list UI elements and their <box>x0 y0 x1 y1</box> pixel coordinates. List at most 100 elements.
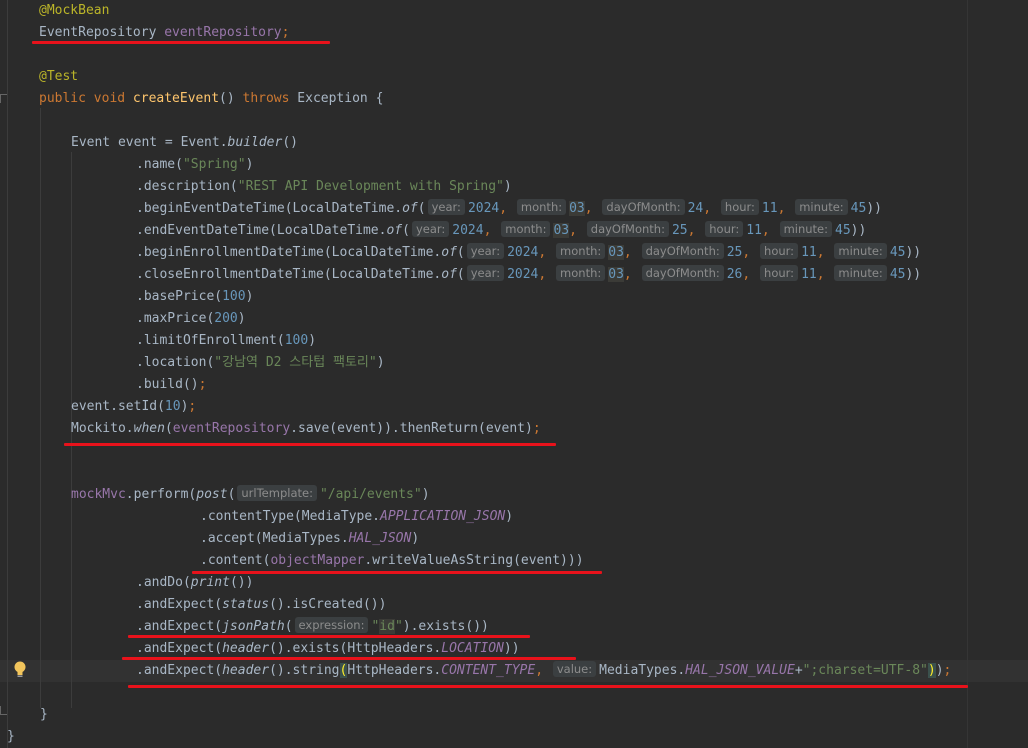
code-line[interactable]: } <box>40 704 48 726</box>
code-token: ()) <box>229 575 254 590</box>
code-line[interactable]: .beginEnrollmentDateTime(LocalDateTime.o… <box>136 242 921 264</box>
code-token: , <box>623 245 640 260</box>
code-token: @MockBean <box>39 3 110 18</box>
code-token: .name( <box>136 157 183 172</box>
code-line[interactable]: .location("강남역 D2 스타텁 팩토리") <box>136 352 385 374</box>
parameter-hint: year: <box>427 199 465 215</box>
red-underline-annotation <box>128 635 530 638</box>
code-token: .andExpect( <box>136 663 223 678</box>
code-token: CONTENT_TYPE <box>441 663 536 678</box>
red-underline-annotation <box>128 685 968 688</box>
parameter-hint: minute: <box>779 221 833 237</box>
code-token: ) <box>245 157 254 172</box>
code-token: Exception { <box>297 91 384 106</box>
code-token: ( <box>227 487 236 502</box>
code-token: event.setId( <box>71 399 165 414</box>
code-line[interactable]: @MockBean <box>39 0 109 22</box>
code-line[interactable]: Mockito.when(eventRepository.save(event)… <box>71 418 541 440</box>
code-token: 2024 <box>452 223 484 238</box>
code-token: 03 <box>608 245 624 260</box>
code-token: ) <box>927 663 936 678</box>
code-token: ().isCreated()) <box>269 597 387 612</box>
code-token: ( <box>417 201 426 216</box>
code-token: 45 <box>835 223 851 238</box>
code-token: )) <box>905 245 922 260</box>
code-token: Mockito. <box>71 421 134 436</box>
code-token: .maxPrice( <box>136 311 215 326</box>
code-line[interactable]: .andDo(print()) <box>136 572 253 594</box>
code-line[interactable]: .andExpect(header().string(HttpHeaders.C… <box>136 660 951 682</box>
code-token: , <box>623 267 640 282</box>
code-token: , <box>538 267 555 282</box>
code-token: header <box>222 663 270 678</box>
code-token: 25 <box>671 223 688 238</box>
code-token: 45 <box>850 201 867 216</box>
code-token: "강남역 D2 스타텁 팩토리" <box>214 355 377 370</box>
code-token: 03 <box>608 267 624 282</box>
code-line[interactable]: .build(); <box>136 374 206 396</box>
lightbulb-icon[interactable] <box>13 660 27 680</box>
code-line[interactable]: Event event = Event.builder() <box>71 132 298 154</box>
code-token: ) <box>376 355 385 370</box>
code-line[interactable]: .andExpect(status().isCreated()) <box>136 594 386 616</box>
code-line[interactable]: mockMvc.perform(post(urlTemplate: "/api/e… <box>71 484 430 506</box>
parameter-hint: hour: <box>720 199 759 215</box>
code-token: ( <box>164 421 173 436</box>
code-token: , <box>499 201 515 216</box>
code-token: "Spring" <box>182 157 246 172</box>
code-token: ().exists(HttpHeaders. <box>269 641 442 656</box>
code-token: " <box>394 619 403 634</box>
code-line[interactable]: event.setId(10); <box>71 396 196 418</box>
code-line[interactable]: .description("REST API Development with … <box>136 176 512 198</box>
code-token: ) <box>421 487 430 502</box>
code-token: 200 <box>214 311 238 326</box>
parameter-hint: minute: <box>834 243 887 259</box>
code-line[interactable]: .maxPrice(200) <box>136 308 246 330</box>
code-line[interactable]: public void createEvent() throws Excepti… <box>39 88 383 110</box>
parameter-hint: year: <box>466 265 505 281</box>
code-line[interactable]: .endEventDateTime(LocalDateTime.of(year:… <box>136 220 866 242</box>
parameter-hint: year: <box>466 243 505 259</box>
parameter-hint: hour: <box>760 265 799 281</box>
code-token: )) <box>850 223 867 238</box>
code-token: )) <box>866 201 882 216</box>
code-line[interactable]: .limitOfEnrollment(100) <box>136 330 316 352</box>
code-token: .accept(MediaTypes. <box>200 531 349 546</box>
code-token: MediaTypes. <box>599 663 686 678</box>
code-token: 10 <box>164 399 181 414</box>
code-token: "REST API Development with Spring" <box>237 179 504 194</box>
code-token: ) <box>237 311 246 326</box>
code-line[interactable]: .closeEnrollmentDateTime(LocalDateTime.o… <box>136 264 921 286</box>
code-token: 2024 <box>507 245 539 260</box>
red-underline-annotation <box>32 41 330 44</box>
red-underline-annotation <box>122 657 576 660</box>
code-token: .limitOfEnrollment( <box>136 333 285 348</box>
code-token: .beginEnrollmentDateTime(LocalDateTime. <box>136 245 442 260</box>
code-token: 100 <box>284 333 309 348</box>
code-token: .basePrice( <box>136 289 223 304</box>
code-token: id <box>379 619 395 634</box>
code-token: .perform( <box>125 487 197 502</box>
code-token: builder <box>227 135 283 150</box>
red-underline-annotation <box>64 443 556 446</box>
code-token: status <box>222 597 270 612</box>
code-token: createEvent <box>132 91 220 106</box>
code-token: .description( <box>136 179 238 194</box>
code-token: ).exists()) <box>402 619 489 634</box>
code-line[interactable]: .contentType(MediaType.APPLICATION_JSON) <box>200 506 513 528</box>
code-line[interactable]: } <box>7 726 15 748</box>
code-token: public void <box>39 91 133 106</box>
code-line[interactable]: .accept(MediaTypes.HAL_JSON) <box>200 528 419 550</box>
code-token: , <box>535 663 551 678</box>
code-token: .andDo( <box>136 575 191 590</box>
code-line[interactable]: .beginEventDateTime(LocalDateTime.of(yea… <box>136 198 882 220</box>
code-token: , <box>777 201 794 216</box>
code-token: ( <box>456 245 465 260</box>
code-token: 26 <box>726 267 743 282</box>
parameter-hint: expression: <box>294 617 369 633</box>
code-line[interactable]: @Test <box>39 66 78 88</box>
code-line[interactable]: .name("Spring") <box>136 154 253 176</box>
code-token: ( <box>456 267 465 282</box>
code-line[interactable]: .content(objectMapper.writeValueAsString… <box>200 550 584 572</box>
code-line[interactable]: .basePrice(100) <box>136 286 253 308</box>
